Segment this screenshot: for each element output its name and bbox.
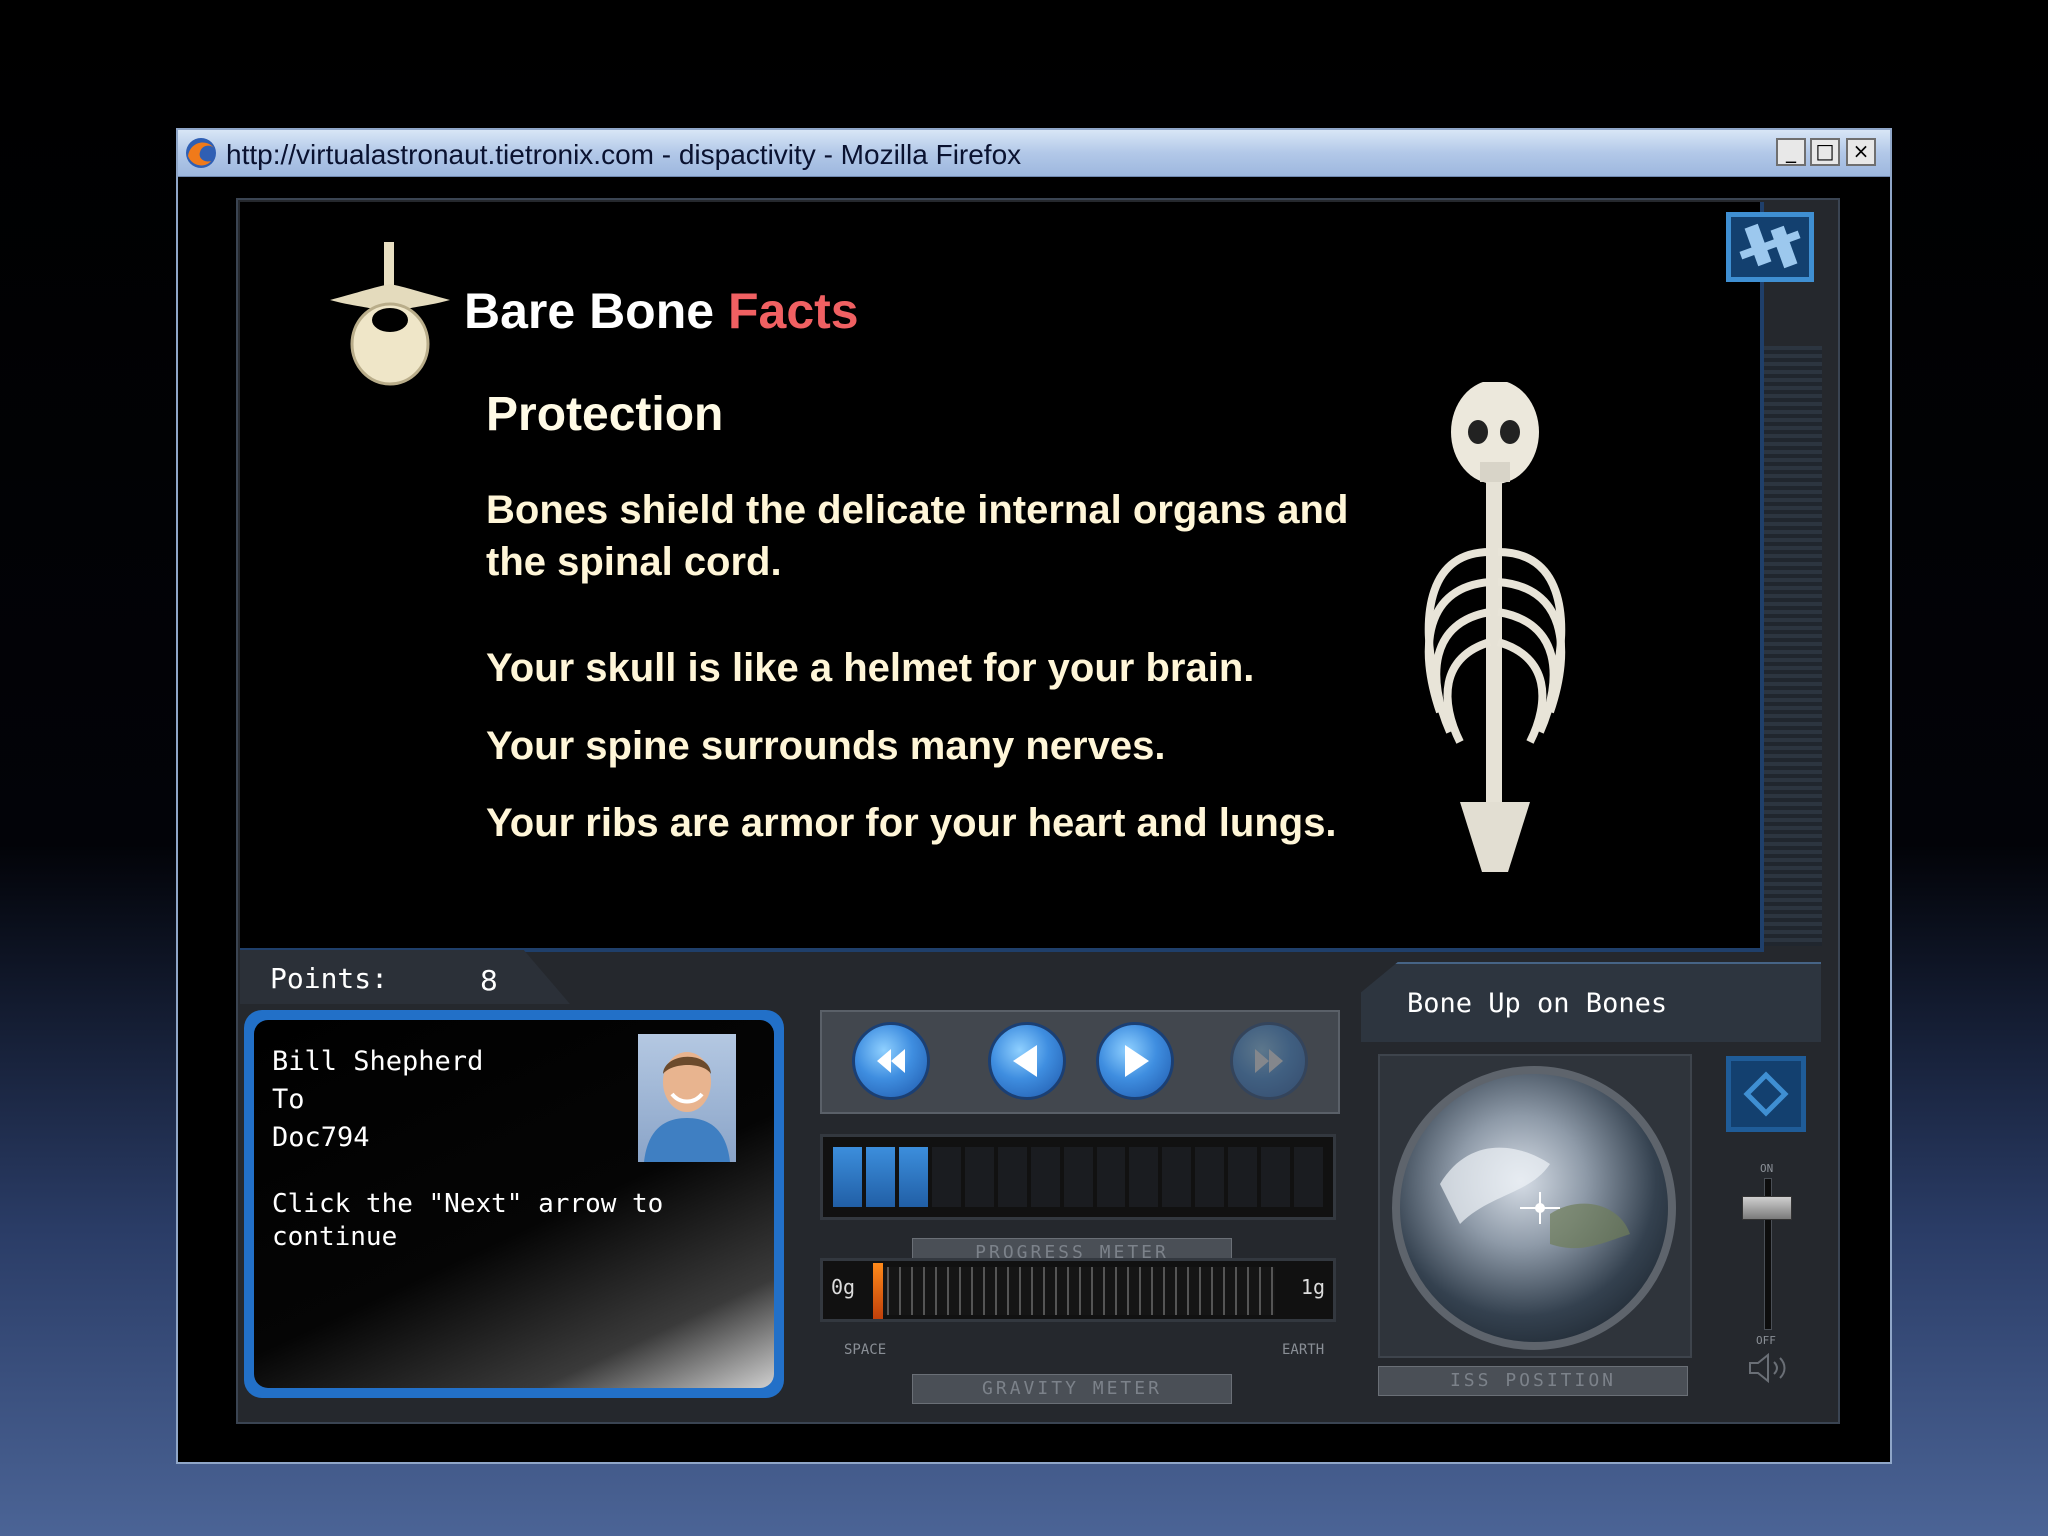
browser-window: http://virtualastronaut.tietronix.com - … <box>176 128 1892 1464</box>
next-arrow-icon <box>1125 1045 1149 1077</box>
slide-subheading: Protection <box>486 388 724 441</box>
rewind-icon <box>877 1049 905 1073</box>
progress-segment <box>1129 1147 1159 1207</box>
space-station-icon <box>1739 223 1801 269</box>
progress-segment <box>1294 1147 1324 1207</box>
rewind-button[interactable] <box>852 1022 930 1100</box>
fact-2: Your skull is like a helmet for your bra… <box>486 646 1255 690</box>
gravity-scale <box>875 1267 1275 1315</box>
astronaut-avatar <box>638 1034 736 1162</box>
speaker-icon[interactable] <box>1746 1352 1792 1384</box>
progress-segment <box>898 1147 928 1207</box>
volume-on-label: ON <box>1760 1162 1774 1175</box>
heading-main: Bare Bone <box>464 283 715 339</box>
progress-segment <box>1096 1147 1126 1207</box>
message-body: Click the "Next" arrow to continue <box>272 1189 664 1252</box>
lesson-title: Bone Up on Bones <box>1407 988 1668 1019</box>
fast-forward-icon <box>1255 1049 1283 1073</box>
title-bar: http://virtualastronaut.tietronix.com - … <box>178 130 1890 177</box>
message-panel: Bill Shepherd To Doc794 Click the "Next"… <box>244 1010 784 1398</box>
progress-segment <box>1063 1147 1093 1207</box>
points-value: 8 <box>480 964 498 997</box>
progress-segment <box>964 1147 994 1207</box>
lesson-title-bar: Bone Up on Bones <box>1361 962 1821 1042</box>
message-from: Bill Shepherd <box>272 1046 484 1077</box>
progress-segment <box>1195 1147 1225 1207</box>
slide-heading: Bare Bone Facts <box>464 282 859 340</box>
home-button[interactable] <box>1726 212 1814 282</box>
heading-accent: Facts <box>727 283 859 339</box>
progress-segment <box>1030 1147 1060 1207</box>
message-to-label: To <box>272 1084 305 1115</box>
fact-4: Your ribs are armor for your heart and l… <box>486 801 1337 845</box>
earth-globe <box>1392 1066 1676 1350</box>
iss-position-label: ISS POSITION <box>1378 1366 1688 1396</box>
progress-segment <box>865 1147 895 1207</box>
diamond-icon <box>1743 1071 1789 1117</box>
fast-forward-button[interactable] <box>1230 1022 1308 1100</box>
next-button[interactable] <box>1096 1022 1174 1100</box>
previous-arrow-icon <box>1013 1045 1037 1077</box>
settings-button[interactable] <box>1726 1056 1806 1132</box>
window-title: http://virtualastronaut.tietronix.com - … <box>226 139 1022 170</box>
vertebra-icon <box>330 242 450 386</box>
points-bar: Points: 8 <box>240 950 570 1004</box>
progress-segment <box>931 1147 961 1207</box>
volume-slider-thumb[interactable] <box>1742 1196 1792 1220</box>
gravity-earth-caption: EARTH <box>1282 1342 1325 1358</box>
gravity-indicator <box>873 1263 883 1319</box>
gravity-space-caption: SPACE <box>844 1342 887 1358</box>
gravity-max-label: 1g <box>1300 1275 1325 1299</box>
minimize-button[interactable]: _ <box>1776 138 1806 166</box>
previous-button[interactable] <box>988 1022 1066 1100</box>
skeleton-illustration <box>1424 382 1566 872</box>
side-panel-stripes <box>1760 346 1822 946</box>
close-button[interactable]: × <box>1846 138 1876 166</box>
points-label: Points: <box>270 962 389 995</box>
gravity-min-label: 0g <box>831 1275 856 1299</box>
slide-screen: Bare Bone Facts Protection Bones shield … <box>240 202 1764 952</box>
fact-1: Bones shield the delicate internal organ… <box>486 488 1349 584</box>
progress-segment <box>1228 1147 1258 1207</box>
volume-off-label: OFF <box>1756 1334 1776 1347</box>
iss-position-panel <box>1378 1054 1692 1358</box>
message-recipient: Doc794 <box>272 1122 370 1153</box>
gravity-meter-label: GRAVITY METER <box>912 1374 1232 1404</box>
activity-app: Bare Bone Facts Protection Bones shield … <box>236 198 1840 1438</box>
progress-segment <box>997 1147 1027 1207</box>
maximize-button[interactable]: □ <box>1810 138 1840 166</box>
progress-segment <box>1261 1147 1291 1207</box>
firefox-icon <box>186 138 216 168</box>
progress-meter <box>820 1134 1336 1220</box>
gravity-meter: 0g 1g <box>820 1258 1336 1322</box>
progress-segment <box>1162 1147 1192 1207</box>
message-screen: Bill Shepherd To Doc794 Click the "Next"… <box>254 1020 774 1388</box>
fact-3: Your spine surrounds many nerves. <box>486 724 1166 768</box>
progress-segment <box>833 1147 862 1207</box>
navigation-panel <box>820 1010 1340 1114</box>
